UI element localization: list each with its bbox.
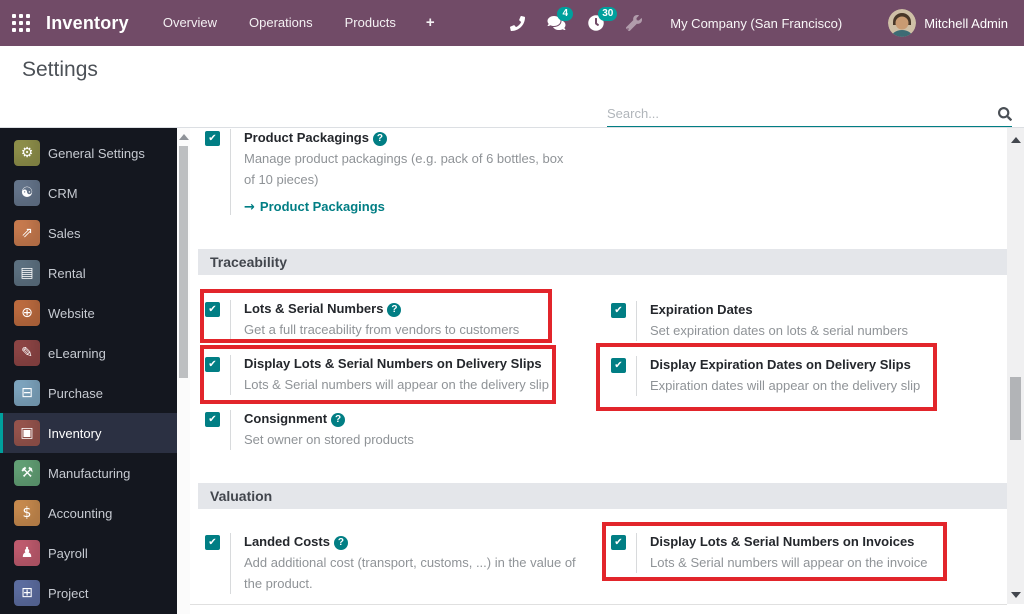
settings-scrollbar[interactable] — [177, 128, 190, 614]
user-name: Mitchell Admin — [924, 15, 1008, 31]
top-navbar: Inventory Overview Operations Products +… — [0, 0, 1024, 46]
setting-desc: Lots & Serial numbers will appear on the… — [244, 377, 549, 392]
scrollbar-thumb[interactable] — [179, 146, 188, 378]
gear-icon: ⚙ — [14, 140, 40, 166]
activities-count-badge: 30 — [598, 7, 618, 21]
setting-desc: Set owner on stored products — [244, 432, 414, 447]
search-input[interactable] — [607, 106, 998, 121]
sidebar-item-purchase[interactable]: ⊟ Purchase — [0, 373, 177, 413]
setting-desc: Lots & Serial numbers will appear on the… — [650, 555, 928, 570]
sidebar-item-manufacturing[interactable]: ⚒ Manufacturing — [0, 453, 177, 493]
elearning-icon: ✎ — [14, 340, 40, 366]
sidebar-item-payroll[interactable]: ♟ Payroll — [0, 533, 177, 573]
section-header-traceability: Traceability — [198, 249, 1007, 275]
consignment-checkbox[interactable]: ✔ — [205, 412, 220, 427]
handshake-icon: ☯ — [14, 180, 40, 206]
purchase-card-icon: ⊟ — [14, 380, 40, 406]
sidebar-item-rental[interactable]: ▤ Rental — [0, 253, 177, 293]
settings-sidebar: ⚙ General Settings ☯ CRM ⇗ Sales ▤ Renta… — [0, 128, 177, 614]
product-packagings-checkbox[interactable]: ✔ — [205, 131, 220, 146]
apps-grid-icon[interactable] — [12, 14, 30, 32]
menu-products[interactable]: Products — [329, 0, 412, 46]
project-puzzle-icon: ⊞ — [14, 580, 40, 606]
right-arrow-icon: → — [244, 200, 255, 215]
menu-overview[interactable]: Overview — [147, 0, 233, 46]
content-bottom-divider — [190, 604, 1007, 605]
globe-icon: ⊕ — [14, 300, 40, 326]
control-panel: Settings SAVE DISCARD — [0, 46, 1024, 171]
scrollbar-thumb[interactable] — [1010, 377, 1021, 440]
product-packagings-link[interactable]: → Product Packagings — [244, 199, 567, 215]
search-box — [607, 101, 1012, 127]
menu-operations[interactable]: Operations — [233, 0, 329, 46]
setting-desc: Add additional cost (transport, customs,… — [244, 555, 576, 591]
plus-menu-icon[interactable]: + — [412, 0, 449, 46]
sidebar-item-inventory[interactable]: ▣ Inventory — [0, 413, 177, 453]
setting-label: Consignment — [244, 411, 328, 426]
activities-clock-icon[interactable]: 30 — [588, 7, 618, 31]
sidebar-item-sales[interactable]: ⇗ Sales — [0, 213, 177, 253]
scroll-up-icon[interactable] — [178, 134, 189, 140]
lots-serial-checkbox[interactable]: ✔ — [205, 302, 220, 317]
setting-label: Lots & Serial Numbers — [244, 301, 384, 316]
setting-desc: Get a full traceability from vendors to … — [244, 322, 520, 337]
page-title: Settings — [22, 58, 98, 81]
sales-chart-icon: ⇗ — [14, 220, 40, 246]
scroll-down-icon[interactable] — [1010, 592, 1021, 598]
accounting-invoice-icon: $ — [14, 500, 40, 526]
messages-icon[interactable]: 4 — [547, 7, 574, 31]
content-scrollbar[interactable] — [1007, 128, 1024, 604]
display-lots-delivery-checkbox[interactable]: ✔ — [205, 357, 220, 372]
setting-label: Expiration Dates — [650, 302, 753, 317]
setting-expiration-dates: ✔ Expiration Dates Set expiration dates … — [611, 301, 956, 341]
odoo-inventory-settings-page: { "navbar": { "app_name": "Inventory", "… — [0, 0, 1024, 614]
setting-label: Product Packagings — [244, 130, 369, 145]
scroll-up-icon[interactable] — [1010, 137, 1021, 143]
user-menu[interactable]: Mitchell Admin — [888, 9, 1008, 37]
sidebar-item-elearning[interactable]: ✎ eLearning — [0, 333, 177, 373]
payroll-person-icon: ♟ — [14, 540, 40, 566]
setting-product-packagings: ✔ Product Packagings? Manage product pac… — [205, 129, 567, 215]
main-menu: Overview Operations Products + — [147, 0, 449, 46]
phone-icon[interactable] — [510, 15, 526, 31]
help-icon[interactable]: ? — [387, 303, 402, 317]
setting-label: Display Lots & Serial Numbers on Deliver… — [244, 356, 542, 371]
setting-label: Display Lots & Serial Numbers on Invoice… — [650, 534, 915, 549]
setting-display-lots-invoices: ✔ Display Lots & Serial Numbers on Invoi… — [611, 533, 956, 573]
wrench-icon: ⚒ — [14, 460, 40, 486]
setting-desc: Set expiration dates on lots & serial nu… — [650, 323, 908, 338]
setting-consignment: ✔ Consignment? Set owner on stored produ… — [205, 410, 555, 450]
rental-card-icon: ▤ — [14, 260, 40, 286]
sidebar-item-project[interactable]: ⊞ Project — [0, 573, 177, 613]
setting-landed-costs: ✔ Landed Costs? Add additional cost (tra… — [205, 533, 587, 594]
sidebar-item-general-settings[interactable]: ⚙ General Settings — [0, 133, 177, 173]
display-expiration-delivery-checkbox[interactable]: ✔ — [611, 358, 626, 373]
user-avatar — [888, 9, 917, 37]
setting-desc: Expiration dates will appear on the deli… — [650, 378, 921, 393]
expiration-dates-checkbox[interactable]: ✔ — [611, 303, 626, 318]
setting-lots-serial-numbers: ✔ Lots & Serial Numbers? Get a full trac… — [205, 300, 555, 340]
help-icon[interactable]: ? — [333, 536, 348, 550]
help-icon[interactable]: ? — [372, 132, 387, 146]
developer-tools-wrench-icon[interactable] — [626, 15, 643, 31]
inventory-box-icon: ▣ — [14, 420, 40, 446]
sidebar-item-accounting[interactable]: $ Accounting — [0, 493, 177, 533]
help-icon[interactable]: ? — [331, 413, 346, 427]
setting-desc: Manage product packagings (e.g. pack of … — [244, 151, 564, 187]
setting-label: Landed Costs — [244, 534, 330, 549]
search-icon[interactable] — [998, 106, 1012, 121]
sidebar-item-website[interactable]: ⊕ Website — [0, 293, 177, 333]
messages-count-badge: 4 — [557, 7, 574, 21]
display-lots-invoices-checkbox[interactable]: ✔ — [611, 535, 626, 550]
app-name[interactable]: Inventory — [46, 13, 129, 34]
sidebar-item-crm[interactable]: ☯ CRM — [0, 173, 177, 213]
company-switcher[interactable]: My Company (San Francisco) — [670, 16, 842, 31]
landed-costs-checkbox[interactable]: ✔ — [205, 535, 220, 550]
section-header-valuation: Valuation — [198, 483, 1007, 509]
setting-label: Display Expiration Dates on Delivery Sli… — [650, 357, 911, 372]
setting-display-lots-delivery: ✔ Display Lots & Serial Numbers on Deliv… — [205, 355, 555, 395]
setting-display-expiration-delivery: ✔ Display Expiration Dates on Delivery S… — [611, 356, 956, 396]
